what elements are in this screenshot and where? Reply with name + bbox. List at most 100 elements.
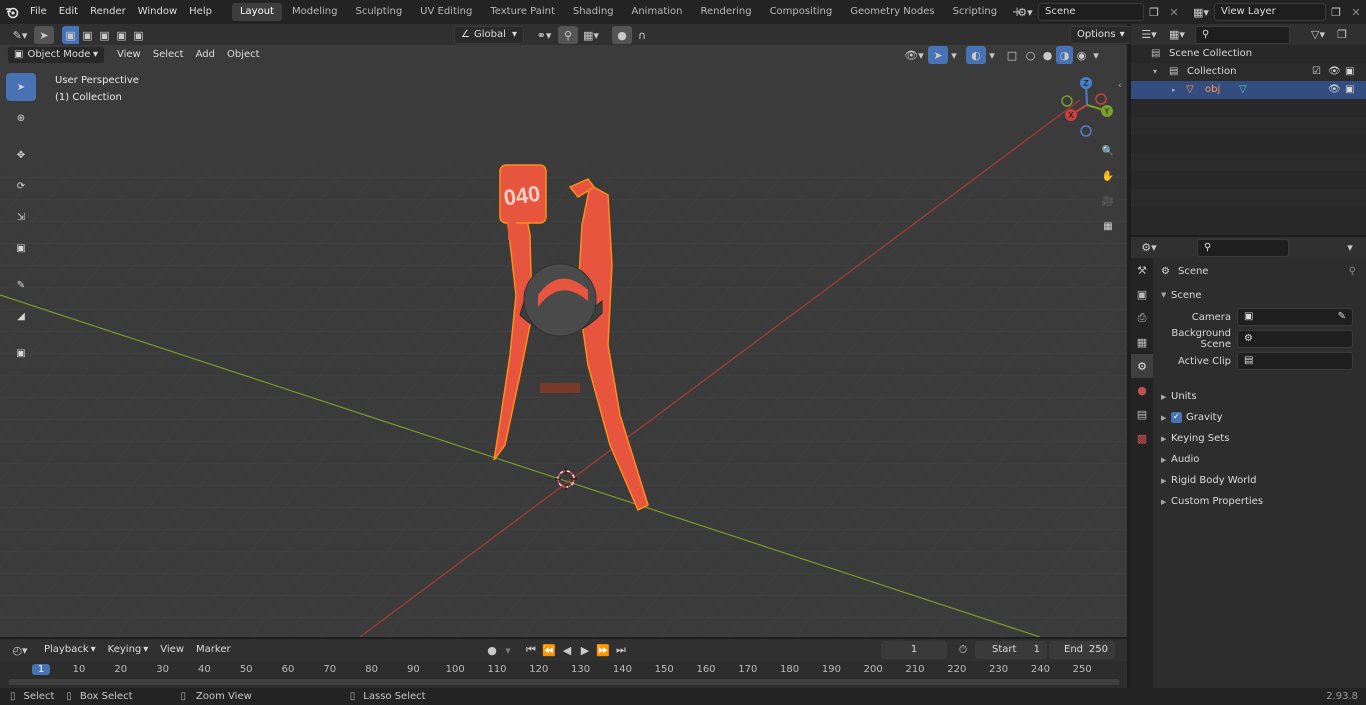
select-subtract-icon[interactable]: ▣	[96, 26, 113, 44]
3d-viewport[interactable]: 040 User Perspective (1) Collection Z Y …	[0, 45, 1127, 637]
camera-render-icon[interactable]: ▣	[1345, 81, 1354, 99]
zoom-icon[interactable]: 🔍	[1097, 140, 1119, 162]
select-box-tool-icon[interactable]: ➤	[6, 73, 36, 101]
render-tab-icon[interactable]: ▣	[1131, 282, 1153, 306]
jump-end-icon[interactable]: ⏭	[612, 641, 630, 659]
scene-field[interactable]: Scene	[1038, 3, 1144, 21]
shading-material-icon[interactable]: ◑	[1056, 46, 1073, 64]
gravity-checkbox[interactable]: ✓	[1171, 412, 1182, 423]
pivot-point-icon[interactable]: ⚭▾	[530, 26, 558, 44]
timeline-scrollbar[interactable]	[8, 679, 1120, 685]
menu-edit[interactable]: Edit	[53, 0, 84, 24]
new-view-layer-icon[interactable]: ❐	[1326, 3, 1346, 21]
current-frame-marker[interactable]: 1	[32, 664, 50, 675]
perspective-toggle-icon[interactable]: ▦	[1097, 215, 1119, 237]
sidebar-toggle-icon[interactable]: ‹	[1118, 81, 1122, 91]
stopwatch-icon[interactable]: ⏱	[953, 641, 973, 659]
camera-render-icon[interactable]: ▣	[1345, 63, 1354, 81]
view-layer-selector-icon[interactable]: ▦▾	[1188, 3, 1214, 21]
outliner-editor-type-icon[interactable]: ☰▾	[1135, 26, 1163, 44]
viewport-menu-object[interactable]: Object	[221, 46, 266, 64]
outliner-row-collection[interactable]: ▾ ▤ Collection ☑ 👁 ▣	[1131, 63, 1366, 81]
pin-icon[interactable]: ⚲	[1349, 266, 1356, 277]
gizmo-dropdown-icon[interactable]: ▾	[948, 46, 960, 64]
options-button[interactable]: Options ▾	[1070, 26, 1132, 44]
menu-file[interactable]: File	[24, 0, 53, 24]
annotate-tool-icon[interactable]: ✎	[6, 271, 36, 299]
properties-options-icon[interactable]: ▾	[1340, 239, 1360, 257]
active-clip-field[interactable]: ▤	[1237, 352, 1353, 370]
viewport-menu-select[interactable]: Select	[147, 46, 190, 64]
outliner-row-obj[interactable]: ▸ ▽ obj ▽ 👁 ▣	[1131, 81, 1366, 99]
measure-tool-icon[interactable]: ◢	[6, 302, 36, 330]
view-layer-tab-icon[interactable]: ▦	[1131, 330, 1153, 354]
move-tool-icon[interactable]: ✥	[6, 141, 36, 169]
play-icon[interactable]: ▶	[576, 641, 594, 659]
tab-shading[interactable]: Shading	[565, 3, 622, 21]
tool-tab-icon[interactable]: ⚒	[1131, 258, 1153, 282]
pan-hand-icon[interactable]: ✋	[1097, 165, 1119, 187]
eyedropper-icon[interactable]: ✎	[1338, 309, 1346, 325]
add-cube-tool-icon[interactable]: ▣	[6, 339, 36, 367]
tab-sculpting[interactable]: Sculpting	[347, 3, 410, 21]
mesh-data-icon[interactable]: ▽	[1239, 81, 1247, 99]
world-tab-icon[interactable]: ●	[1131, 378, 1153, 402]
proportional-editing-icon[interactable]: ●	[612, 26, 632, 44]
viewport-menu-add[interactable]: Add	[190, 46, 221, 64]
scale-tool-icon[interactable]: ⇲	[6, 203, 36, 231]
timeline-menu-keying[interactable]: Keying ▾	[102, 641, 155, 659]
texture-tab-icon[interactable]: ▩	[1131, 426, 1153, 450]
camera-view-icon[interactable]: 🎥	[1097, 190, 1119, 212]
shading-wireframe-icon[interactable]: ○	[1022, 46, 1039, 64]
tab-uv-editing[interactable]: UV Editing	[412, 3, 480, 21]
eye-icon[interactable]: 👁	[1328, 81, 1341, 99]
timeline-menu-playback[interactable]: Playback ▾	[38, 641, 102, 659]
delete-view-layer-icon[interactable]: ✕	[1346, 3, 1366, 21]
visibility-icon[interactable]: 👁▾	[900, 46, 928, 64]
tab-scripting[interactable]: Scripting	[945, 3, 1005, 21]
shading-solid-icon[interactable]: ●	[1039, 46, 1056, 64]
tab-rendering[interactable]: Rendering	[692, 3, 759, 21]
menu-help[interactable]: Help	[183, 0, 218, 24]
timeline-ruler[interactable]: 1 10 20 30 40 50 60 70 80 90 100 110 120 130 140 150 160…	[0, 661, 1127, 688]
3d-cursor-icon[interactable]	[555, 468, 577, 490]
properties-search-input[interactable]: ⚲	[1197, 238, 1289, 257]
background-scene-field[interactable]: ⚙	[1237, 330, 1353, 348]
view-layer-field[interactable]: View Layer	[1214, 3, 1326, 21]
select-new-icon[interactable]: ▣	[62, 26, 79, 44]
properties-editor-type-icon[interactable]: ⚙▾	[1135, 239, 1163, 257]
panel-rigid-body-world[interactable]: ▶ Rigid Body World	[1153, 470, 1366, 491]
snap-icon[interactable]: ⚲	[558, 26, 578, 44]
panel-keying-sets[interactable]: ▶ Keying Sets	[1153, 428, 1366, 449]
shading-dropdown-icon[interactable]: ▾	[1090, 46, 1102, 64]
exclude-checkbox-icon[interactable]: ☑	[1312, 63, 1321, 81]
xray-icon[interactable]: □	[1002, 46, 1022, 64]
scene-tab-icon[interactable]: ⚙	[1131, 354, 1153, 378]
tab-modeling[interactable]: Modeling	[284, 3, 346, 21]
end-frame-field[interactable]: End 250	[1049, 641, 1115, 659]
panel-custom-properties[interactable]: ▶ Custom Properties	[1153, 491, 1366, 512]
blender-logo-icon[interactable]	[0, 3, 24, 21]
scene-selector-icon[interactable]: ⚙▾	[1012, 3, 1038, 21]
snap-target-icon[interactable]: ▦▾	[578, 26, 604, 44]
select-intersect-icon[interactable]: ▣	[130, 26, 147, 44]
object-mode-select[interactable]: ▣ Object Mode ▾	[7, 46, 105, 64]
panel-gravity[interactable]: ▶ ✓ Gravity	[1153, 407, 1366, 428]
tab-compositing[interactable]: Compositing	[762, 3, 841, 21]
panel-units[interactable]: ▶ Units	[1153, 386, 1366, 407]
viewport-menu-view[interactable]: View	[111, 46, 147, 64]
expand-chevron-icon[interactable]: ▾	[1153, 63, 1157, 81]
rotate-tool-icon[interactable]: ⟳	[6, 172, 36, 200]
prev-keyframe-icon[interactable]: ⏪	[540, 641, 558, 659]
pliers-object[interactable]: 040	[470, 115, 670, 515]
tab-animation[interactable]: Animation	[624, 3, 691, 21]
new-collection-icon[interactable]: ❐	[1332, 26, 1352, 44]
start-frame-field[interactable]: Start 1	[975, 641, 1047, 659]
transform-orientation-select[interactable]: ∠ Global ▾	[454, 26, 524, 44]
shading-rendered-icon[interactable]: ◉	[1073, 46, 1090, 64]
outliner-row-scene-collection[interactable]: ▤ Scene Collection	[1131, 45, 1366, 63]
transform-tool-icon[interactable]: ▣	[6, 234, 36, 262]
select-invert-icon[interactable]: ▣	[113, 26, 130, 44]
menu-render[interactable]: Render	[84, 0, 132, 24]
camera-field[interactable]: ▣ ✎	[1237, 308, 1353, 326]
